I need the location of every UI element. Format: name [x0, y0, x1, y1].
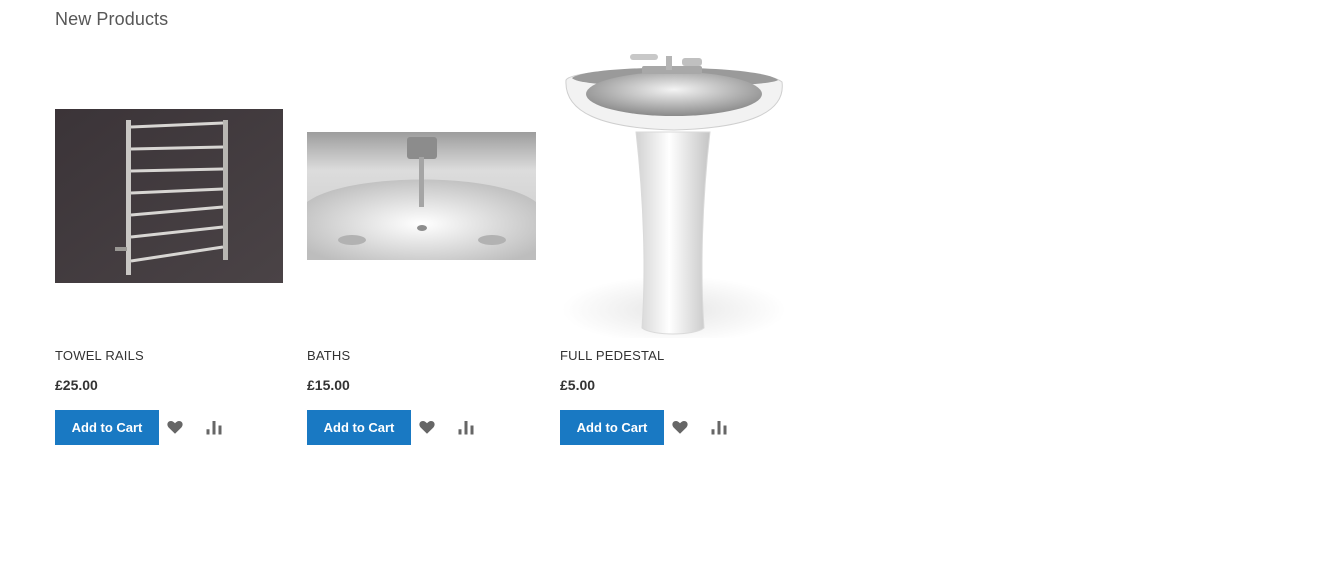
- section-title: New Products: [55, 9, 169, 29]
- product-photo-link[interactable]: [307, 132, 536, 265]
- bar-chart-icon[interactable]: [710, 418, 728, 436]
- product-price: £15.00: [307, 377, 350, 393]
- add-to-cart-button[interactable]: Add to Cart: [307, 410, 411, 445]
- product-name[interactable]: FULL PEDESTAL: [560, 348, 664, 363]
- heart-icon[interactable]: [671, 418, 689, 436]
- product-name[interactable]: TOWEL RAILS: [55, 348, 144, 363]
- pedestal-sink-image: [562, 54, 786, 344]
- bar-chart-icon[interactable]: [457, 418, 475, 436]
- bath-image: [307, 132, 536, 260]
- add-to-cart-button[interactable]: Add to Cart: [55, 410, 159, 445]
- product-photo-link[interactable]: [560, 52, 788, 344]
- product-name[interactable]: BATHS: [307, 348, 350, 363]
- bar-chart-icon[interactable]: [205, 418, 223, 436]
- add-to-cart-button[interactable]: Add to Cart: [560, 410, 664, 445]
- product-price: £5.00: [560, 377, 596, 393]
- product-price: £25.00: [55, 377, 98, 393]
- heart-icon[interactable]: [418, 418, 436, 436]
- towel-rail-image: [55, 109, 283, 283]
- product-photo-link[interactable]: [55, 109, 283, 288]
- heart-icon[interactable]: [166, 418, 184, 436]
